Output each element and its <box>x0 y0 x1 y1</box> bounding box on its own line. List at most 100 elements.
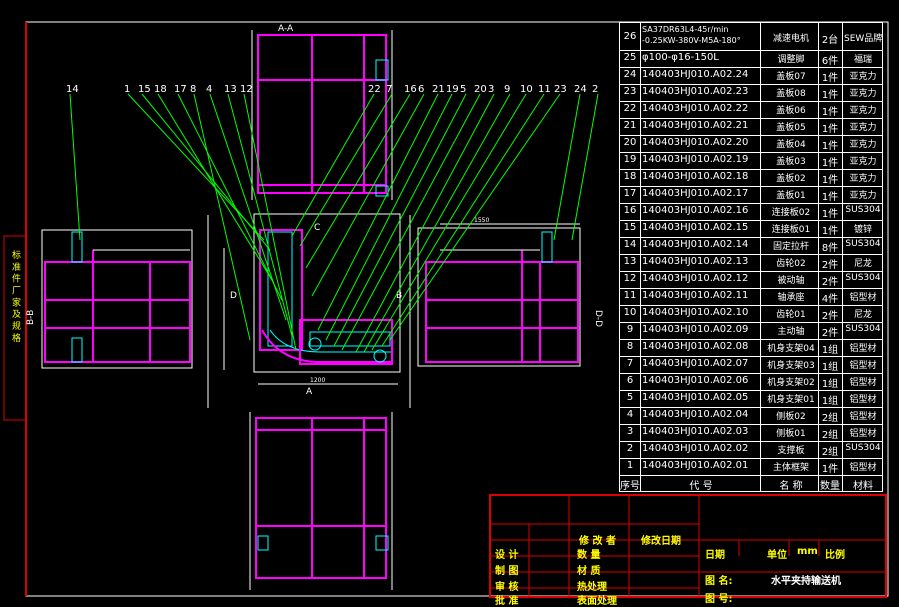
bom-cell-code: 140403HJ010.A02.23 <box>642 86 749 97</box>
bom-row: 7 140403HJ010.A02.07 机身支架03 1组 铝型材 <box>620 356 882 373</box>
bom-row: 16 140403HJ010.A02.16 连接板02 1件 SUS304 <box>620 203 882 220</box>
bom-cell-mat: SUS304 <box>845 443 881 453</box>
bom-cell-name: 盖板02 <box>776 174 806 184</box>
bom-row: 11 140403HJ010.A02.11 轴承座 4件 铝型材 <box>620 288 882 305</box>
bom-cell-mat: 亚克力 <box>849 123 877 133</box>
bom-cell-qty: 1件 <box>821 175 839 186</box>
bom-row: 15 140403HJ010.A02.15 连接板01 1件 镀锌 <box>620 220 882 237</box>
tb-scale: 比例 <box>825 550 845 561</box>
balloon-19: 19 <box>446 84 459 95</box>
bom-cell-no: 7 <box>626 358 634 369</box>
bom-cell-qty: 2件 <box>821 277 839 288</box>
view-label-bb: B-B <box>26 310 36 325</box>
bom-cell-code: 140403HJ010.A02.13 <box>642 256 749 267</box>
bom-cell-no: 10 <box>623 307 637 318</box>
bottom-view <box>249 412 393 590</box>
bom-cell-mat: 铝型材 <box>849 412 877 422</box>
bom-cell-qty: 2组 <box>821 447 839 458</box>
bom-cell-name: 盖板06 <box>776 106 806 116</box>
tb-approve: 批 准 <box>495 596 519 607</box>
balloon-11: 11 <box>538 84 551 95</box>
bom-cell-no: 12 <box>623 273 637 284</box>
bom-cell-no: 9 <box>626 324 634 335</box>
bom-cell-no: 13 <box>623 256 637 267</box>
bom-cell-name: 支撑板 <box>777 446 805 456</box>
arrow-c-label: C <box>314 223 320 233</box>
bom-cell-mat: 铝型材 <box>849 463 877 473</box>
bom-cell-qty: 2组 <box>821 413 839 424</box>
bom-cell-no: 5 <box>626 392 634 403</box>
bom-cell-mat: 铝型材 <box>849 429 877 439</box>
tb-surface: 表面处理 <box>577 596 617 607</box>
bom-cell-qty: 1件 <box>821 464 839 475</box>
bom-cell-name: 盖板03 <box>776 157 806 167</box>
bom-cell-no: 4 <box>626 409 634 420</box>
bom-cell-no: 15 <box>623 222 637 233</box>
tb-review: 审 核 <box>495 582 519 593</box>
bom-header-qty: 数量 <box>820 481 840 492</box>
bom-cell-no: 1 <box>626 460 634 471</box>
view-label-aa: A-A <box>278 24 294 34</box>
balloon-2: 2 <box>592 84 598 95</box>
bom-row: 22 140403HJ010.A02.22 盖板06 1件 亚克力 <box>620 101 882 118</box>
bom-cell-mat: SUS304 <box>845 239 881 249</box>
balloon-21: 21 <box>432 84 445 95</box>
bom-cell-name: 盖板04 <box>776 140 806 150</box>
bom-cell-no: 2 <box>626 443 634 454</box>
bom-cell-no: 19 <box>623 154 637 165</box>
bom-cell-no: 17 <box>623 188 637 199</box>
bom-row: 17 140403HJ010.A02.17 盖板01 1件 亚克力 <box>620 186 882 203</box>
bom-cell-no: 3 <box>626 426 634 437</box>
bom-cell-qty: 1件 <box>821 158 839 169</box>
bom-row: 13 140403HJ010.A02.13 齿轮02 2件 尼龙 <box>620 254 882 271</box>
bom-cell-qty: 1组 <box>821 396 839 407</box>
bom-cell-no: 16 <box>623 205 637 216</box>
bom-cell-name: 齿轮02 <box>776 259 806 269</box>
bom-cell-mat: 铝型材 <box>849 293 877 303</box>
bom-row: 21 140403HJ010.A02.21 盖板05 1件 亚克力 <box>620 118 882 135</box>
balloon-8: 8 <box>190 84 196 95</box>
tb-change-date: 修改日期 <box>641 536 681 547</box>
bom-cell-no: 14 <box>623 239 637 250</box>
bom-cell-qty: 1件 <box>821 90 839 101</box>
balloon-14: 14 <box>66 84 79 95</box>
bom-cell-mat: 镀锌 <box>853 225 872 235</box>
bom-cell-name: 盖板05 <box>776 123 806 133</box>
tb-heat: 热处理 <box>577 582 607 593</box>
top-view: A-A <box>251 24 393 200</box>
bom-cell-name: 主体框架 <box>772 463 809 473</box>
bom-cell-code: 140403HJ010.A02.17 <box>642 188 749 199</box>
bom-cell-name: 机身支架02 <box>767 378 815 388</box>
bom-row: 5 140403HJ010.A02.05 机身支架01 1组 铝型材 <box>620 390 882 407</box>
balloon-10: 10 <box>520 84 533 95</box>
bom-cell-mat: 亚克力 <box>849 157 877 167</box>
bom-cell-code: φ100-φ16-150L <box>642 52 719 63</box>
bom-cell-mat: SUS304 <box>845 205 881 215</box>
bom-cell-mat: 亚克力 <box>849 174 877 184</box>
bom-row: 6 140403HJ010.A02.06 机身支架02 1组 铝型材 <box>620 373 882 390</box>
tb-date: 日期 <box>705 550 725 561</box>
balloon-15: 15 <box>138 84 151 95</box>
bom-row: 14 140403HJ010.A02.14 固定拉杆 8件 SUS304 <box>620 237 882 254</box>
bom-cell-code: 140403HJ010.A02.19 <box>642 154 749 165</box>
bom-cell-name: 机身支架03 <box>767 361 815 371</box>
title-block: 修 改 者 修改日期 设 计 数 量 日期 单位 mm 比例 制 图 材 质 审… <box>489 494 887 607</box>
bom-row: 24 140403HJ010.A02.24 盖板07 1件 亚克力 <box>620 67 882 84</box>
bom-row: 20 140403HJ010.A02.20 盖板04 1件 亚克力 <box>620 135 882 152</box>
bom-row: 8 140403HJ010.A02.08 机身支架04 1组 铝型材 <box>620 339 882 356</box>
tb-unit-val: mm <box>797 546 818 557</box>
bom-row: 9 140403HJ010.A02.09 主动轴 2件 SUS304 <box>620 322 882 339</box>
bom-cell-name: 减速电机 <box>772 34 809 44</box>
bom-cell-mat: 尼龙 <box>853 310 872 320</box>
bom-row: 1 140403HJ010.A02.01 主体框架 1件 铝型材 <box>620 458 882 475</box>
bom-cell-mat: 亚克力 <box>849 191 877 201</box>
left-view: B-B <box>26 229 193 369</box>
bom-cell-code: 140403HJ010.A02.20 <box>642 137 749 148</box>
bom-cell-mat: SUS304 <box>845 324 881 334</box>
tb-change-label: 修 改 者 <box>579 536 616 547</box>
bom-cell-qty: 2件 <box>821 260 839 271</box>
bom-cell-code: 140403HJ010.A02.15 <box>642 222 749 233</box>
bom-cell-code: 140403HJ010.A02.05 <box>642 392 749 403</box>
bom-cell-no: 6 <box>626 375 634 386</box>
bom-cell-qty: 6件 <box>821 56 839 67</box>
